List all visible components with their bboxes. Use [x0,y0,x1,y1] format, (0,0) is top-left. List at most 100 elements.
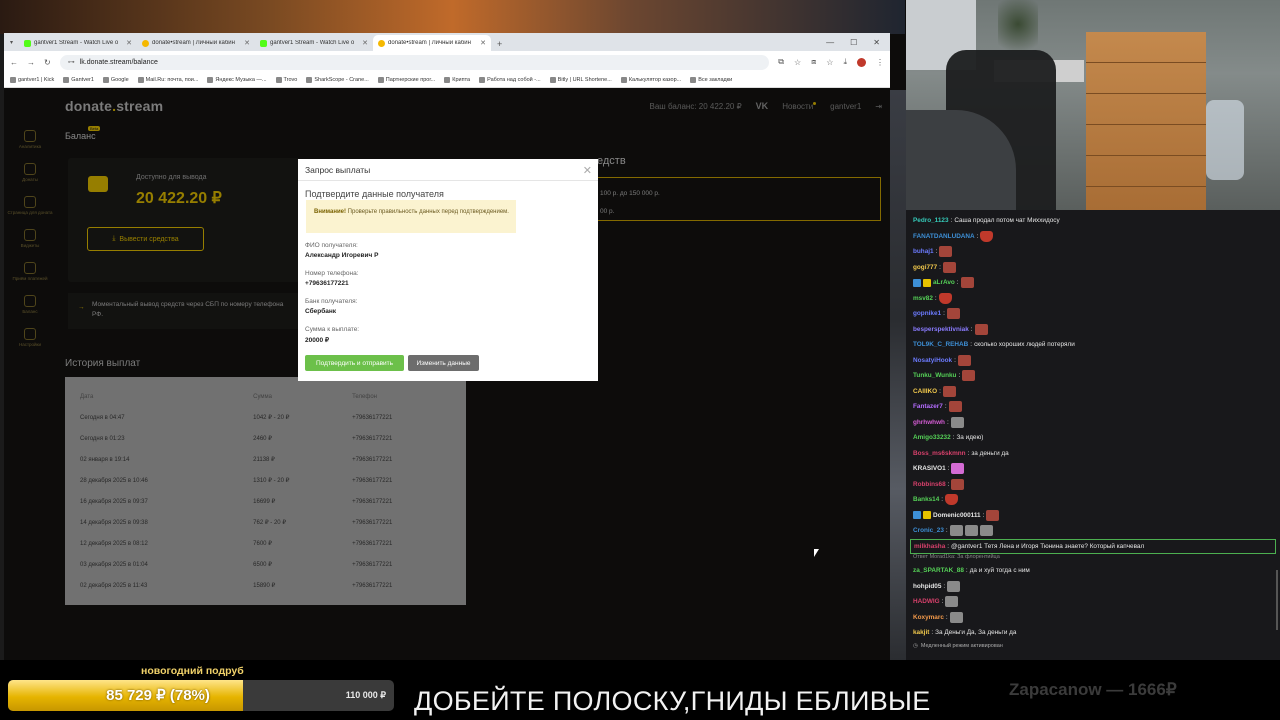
bookmark-item[interactable]: gantver1 | Kick [10,77,54,83]
chat-emote-icon[interactable] [960,277,974,289]
reload-icon[interactable]: ↻ [44,58,51,67]
edit-data-button[interactable]: Изменить данные [408,355,479,371]
chat-username[interactable]: buhaj1 [913,248,934,255]
chat-emote-icon[interactable] [948,401,962,413]
kick-favicon-icon [260,39,268,47]
bookmark-item[interactable]: Калькулятор казор... [620,77,682,83]
chat-username[interactable]: KRASIVO1 [913,465,946,472]
maximize-icon[interactable]: ☐ [850,38,857,47]
bookmark-label: Калькулятор казор... [628,77,682,83]
chat-emote-icon[interactable] [980,230,994,242]
extensions-icon[interactable]: ⧈ [811,57,816,67]
bookmark-item[interactable]: Gantver1 [63,77,94,83]
chat-username[interactable]: Amigo33232 [913,434,951,441]
chat-emote-icon[interactable] [946,308,960,320]
bookmark-item[interactable]: SharkScope - Crane... [306,77,369,83]
chat-username[interactable]: Boss_ms6skmnn [913,450,966,457]
chat-emote-icon[interactable] [942,385,956,397]
close-tab-icon[interactable]: ✕ [480,39,486,47]
chat-emote-icon[interactable] [950,416,964,428]
chat-emote-icon[interactable] [962,370,976,382]
browser-tab[interactable]: donate•stream | Личный кабин ✕ [137,35,255,51]
chat-colon: : [952,434,955,442]
chat-username[interactable]: ghrhwhwh [913,419,945,426]
bookmarks-icon[interactable]: ☆ [826,58,833,67]
chat-username[interactable]: aLrAvo [933,279,955,286]
bookmark-item[interactable]: Mail.Ru: почта, пои... [137,77,198,83]
chat-username[interactable]: besperspektivniak [913,326,969,333]
last-donor: Zapacanow — 1666₽ [1009,680,1177,699]
chat-username[interactable]: TOL9K_C_REHAB [913,341,968,348]
chat-username[interactable]: FANATDANLUDANA [913,233,975,240]
forward-icon[interactable]: → [27,58,35,67]
browser-tab[interactable]: donate•stream | Личный кабин ✕ [373,35,492,51]
chat-emote-icon[interactable] [949,525,963,537]
url-field[interactable]: ⊶ lk.donate.stream/balance [59,54,770,70]
minimize-icon[interactable]: — [826,38,834,47]
chat-emote-icon[interactable] [945,596,959,608]
chat-emote-icon[interactable] [942,261,956,273]
close-icon[interactable]: ✕ [583,164,592,177]
bookmark-item[interactable]: Все закладки [690,77,732,83]
back-icon[interactable]: ← [10,58,18,67]
chat-username[interactable]: Pedro_1123 [913,217,949,224]
chat-username[interactable]: hohpid05 [913,583,941,590]
chat-colon: : [945,527,948,535]
close-tab-icon[interactable]: ✕ [362,39,368,47]
bookmark-item[interactable]: Партнерские прог... [377,77,435,83]
chat-username[interactable]: Robbins68 [913,481,946,488]
chat-emote-icon[interactable] [974,323,988,335]
chat-username[interactable]: Koxymarc [913,614,944,621]
close-window-icon[interactable]: ✕ [873,38,880,47]
new-tab-button[interactable]: + [491,39,508,51]
bookmark-item[interactable]: Trovo [275,77,297,83]
chat-username[interactable]: Banks14 [913,496,939,503]
close-tab-icon[interactable]: ✕ [244,39,250,47]
chat-username[interactable]: gogi777 [913,264,937,271]
chat-message: KRASIVO1: [913,461,1280,477]
chat-emote-icon[interactable] [957,354,971,366]
close-tab-icon[interactable]: ✕ [126,39,132,47]
profile-avatar[interactable] [857,57,866,67]
chat-emote-icon[interactable] [964,525,978,537]
chat-username[interactable]: Domenic000111 [933,512,981,519]
site-info-icon[interactable]: ⊶ [68,58,75,66]
chat-emote-icon[interactable] [939,246,953,258]
chat-username[interactable]: Tunku_Wunku [913,372,956,379]
bookmark-star-icon[interactable]: ☆ [794,58,801,67]
bookmark-item[interactable]: Bitly | URL Shortene... [549,77,612,83]
chat-emote-icon[interactable] [951,478,965,490]
chat-username[interactable]: kakjit [913,629,929,636]
chat-username[interactable]: CAIIIKO [913,388,937,395]
browser-tab[interactable]: gantver1 Stream - Watch Live o ✕ [19,35,137,51]
chat-username[interactable]: gopnike1 [913,310,941,317]
chat-emote-icon[interactable] [986,509,1000,521]
chat-emote-icon[interactable] [945,494,959,506]
chat-username[interactable]: HADWIG [913,598,940,605]
bookmark-item[interactable]: Google [102,77,129,83]
chat-emote-icon[interactable] [938,292,952,304]
warning-box: Внимание! Проверьте правильность данных … [306,200,516,233]
chat-username[interactable]: NosatyiHook [913,357,952,364]
chat-emote-icon[interactable] [951,463,965,475]
chat-emote-icon[interactable] [949,611,963,623]
chat-username[interactable]: Fantazer7 [913,403,943,410]
downloads-icon[interactable]: ⤓ [843,57,847,67]
browser-tab[interactable]: gantver1 Stream - Watch Live o ✕ [255,35,373,51]
install-icon[interactable]: ⧉ [778,57,784,67]
bookmark-item[interactable]: Крипта [444,77,470,83]
bookmark-item[interactable]: Работа над собой -... [479,77,541,83]
chat-username[interactable]: za_SPARTAK_88 [913,567,964,574]
chat-message: FANATDANLUDANA: [913,229,1280,245]
tab-search-icon[interactable]: ▾ [8,39,19,51]
chat-emote-icon[interactable] [979,525,993,537]
chat-emote-icon[interactable] [947,580,961,592]
bookmark-item[interactable]: Яндекс Музыка —... [207,77,267,83]
menu-icon[interactable]: ⋮ [876,58,884,67]
chat-username[interactable]: Cronic_23 [913,527,944,534]
chat-scrollbar[interactable] [1276,570,1278,630]
confirm-send-button[interactable]: Подтвердить и отправить [305,355,404,371]
chat-username[interactable]: milkhasha [914,543,945,550]
chat-username[interactable]: msv82 [913,295,933,302]
bookmark-label: Все закладки [698,77,733,83]
